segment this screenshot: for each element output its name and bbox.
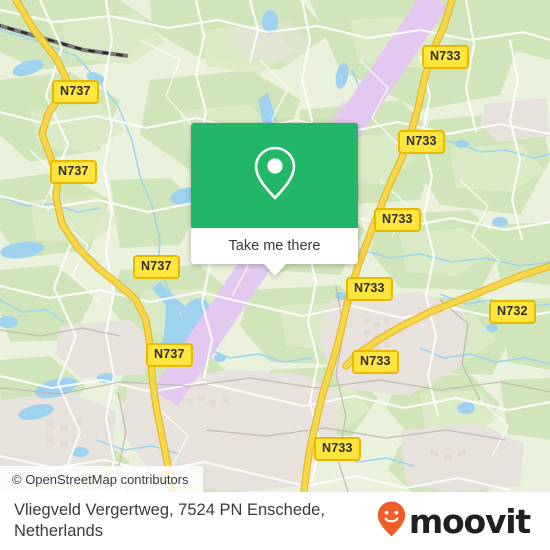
road-shield: N733 — [352, 350, 399, 374]
road-shield: N733 — [398, 130, 445, 154]
moovit-pin-smile-icon — [376, 500, 407, 543]
road-shield: N733 — [314, 437, 361, 461]
road-shield: N732 — [489, 300, 536, 324]
road-shield: N737 — [52, 80, 99, 104]
moovit-brand-logo[interactable]: moovit — [376, 500, 536, 543]
address-block: Vliegveld Vergertweg, 7524 PN Enschede, … — [14, 500, 374, 542]
address-line-1: Vliegveld Vergertweg, 7524 PN Enschede, — [14, 501, 325, 519]
road-shield: N733 — [346, 277, 393, 301]
popup-image-panel — [191, 123, 358, 228]
road-shield: N733 — [422, 45, 469, 69]
footer-bar: Vliegveld Vergertweg, 7524 PN Enschede, … — [0, 492, 550, 550]
road-shield: N737 — [146, 343, 193, 367]
popup-cta-bar[interactable]: Take me there — [191, 228, 358, 264]
moovit-wordmark: moovit — [408, 501, 531, 541]
popup-cta-label: Take me there — [228, 238, 321, 254]
road-shield: N737 — [50, 160, 97, 184]
road-shield: N737 — [133, 255, 180, 279]
address-line-2: Netherlands — [14, 522, 103, 540]
map-canvas[interactable]: N737 N737 N737 N737 N733 N733 N733 N733 … — [0, 0, 550, 492]
popup-pointer-tail — [264, 264, 286, 276]
moovit-location-map-screen: N737 N737 N737 N737 N733 N733 N733 N733 … — [0, 0, 550, 550]
road-shield: N733 — [374, 208, 421, 232]
attribution-text: © OpenStreetMap contributors — [12, 471, 189, 487]
map-attribution[interactable]: © OpenStreetMap contributors — [0, 466, 203, 492]
map-pin-icon — [252, 144, 298, 207]
location-popup-card[interactable]: Take me there — [191, 123, 358, 276]
